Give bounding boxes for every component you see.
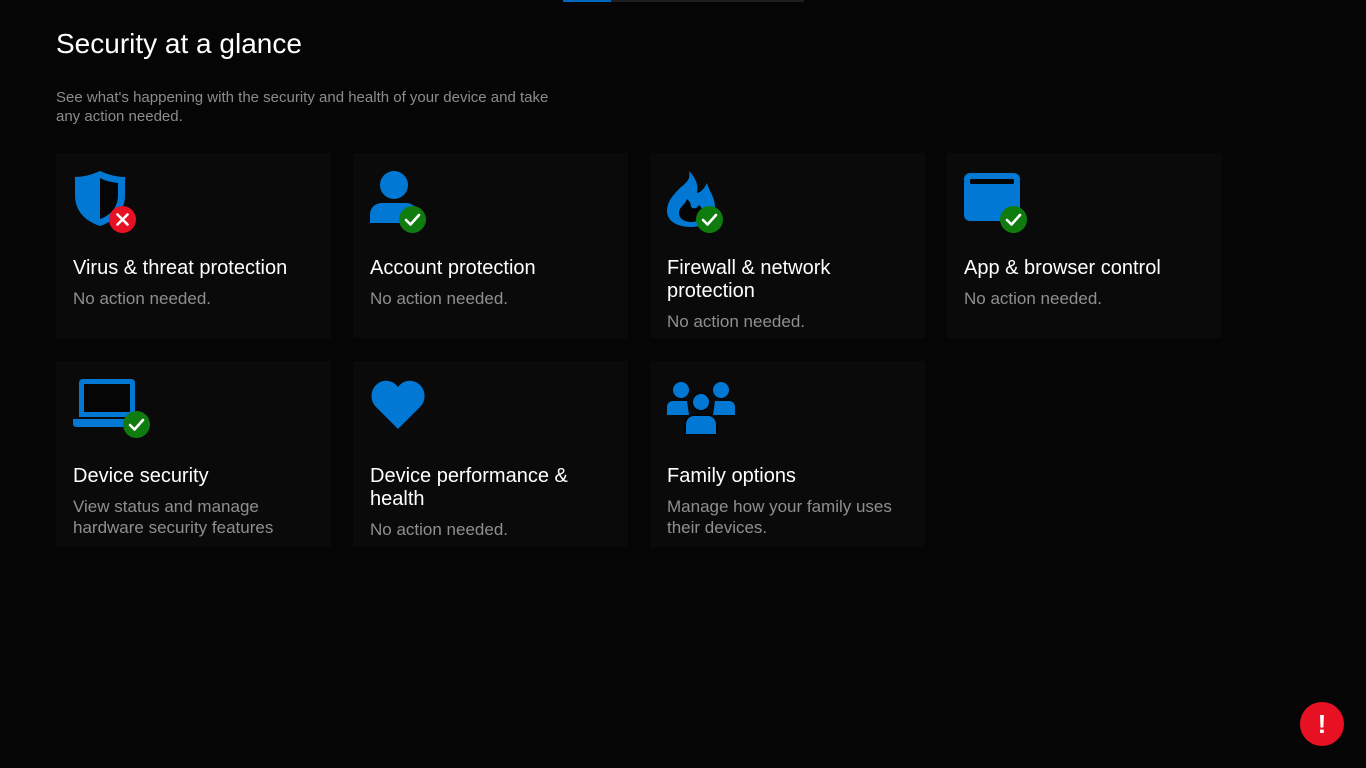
error-x-icon — [109, 206, 136, 233]
tile-status: View status and manage hardware security… — [73, 497, 274, 537]
checkmark-icon — [399, 206, 426, 233]
scroll-indicator-thumb — [563, 0, 611, 2]
checkmark-icon — [123, 411, 150, 438]
tile-icon-container — [73, 377, 150, 441]
tile-title: Device security — [73, 465, 209, 487]
tile-status: No action needed. — [667, 312, 805, 331]
tile-device-performance-health[interactable]: Device performance & health No action ne… — [353, 361, 628, 547]
tile-status: No action needed. — [73, 289, 211, 308]
top-scroll-indicator — [563, 0, 804, 2]
tile-virus-threat-protection[interactable]: Virus & threat protection No action need… — [56, 153, 331, 338]
tile-title: App & browser control — [964, 257, 1161, 279]
tile-icon-container — [667, 169, 737, 233]
tile-app-browser-control[interactable]: App & browser control No action needed. — [947, 153, 1222, 338]
tile-firewall-network-protection[interactable]: Firewall & network protection No action … — [650, 153, 925, 338]
tile-status: Manage how your family uses their device… — [667, 497, 892, 537]
tile-title: Device performance & health — [370, 465, 568, 510]
tile-icon-container — [370, 169, 440, 233]
tile-title: Virus & threat protection — [73, 257, 288, 279]
checkmark-icon — [1000, 206, 1027, 233]
heart-icon — [371, 380, 425, 429]
tile-title: Family options — [667, 465, 796, 487]
tile-family-options[interactable]: Family options Manage how your family us… — [650, 361, 925, 547]
tile-title: Account protection — [370, 257, 536, 279]
exclamation-icon: ! — [1317, 709, 1327, 739]
tile-icon-container — [370, 377, 440, 441]
page-subtitle: See what's happening with the security a… — [56, 89, 549, 125]
page-title: Security at a glance — [56, 28, 302, 59]
tile-icon-container — [964, 169, 1034, 233]
tile-status: No action needed. — [370, 289, 508, 308]
family-icon — [667, 382, 735, 435]
tile-device-security[interactable]: Device security View status and manage h… — [56, 361, 331, 547]
alert-notification-button[interactable]: ! — [1300, 702, 1344, 746]
tile-status: No action needed. — [370, 520, 508, 539]
tile-icon-container — [73, 169, 143, 233]
tile-icon-container — [667, 377, 737, 441]
tile-account-protection[interactable]: Account protection No action needed. — [353, 153, 628, 338]
tile-status: No action needed. — [964, 289, 1102, 308]
tile-title: Firewall & network protection — [667, 257, 831, 302]
checkmark-icon — [696, 206, 723, 233]
